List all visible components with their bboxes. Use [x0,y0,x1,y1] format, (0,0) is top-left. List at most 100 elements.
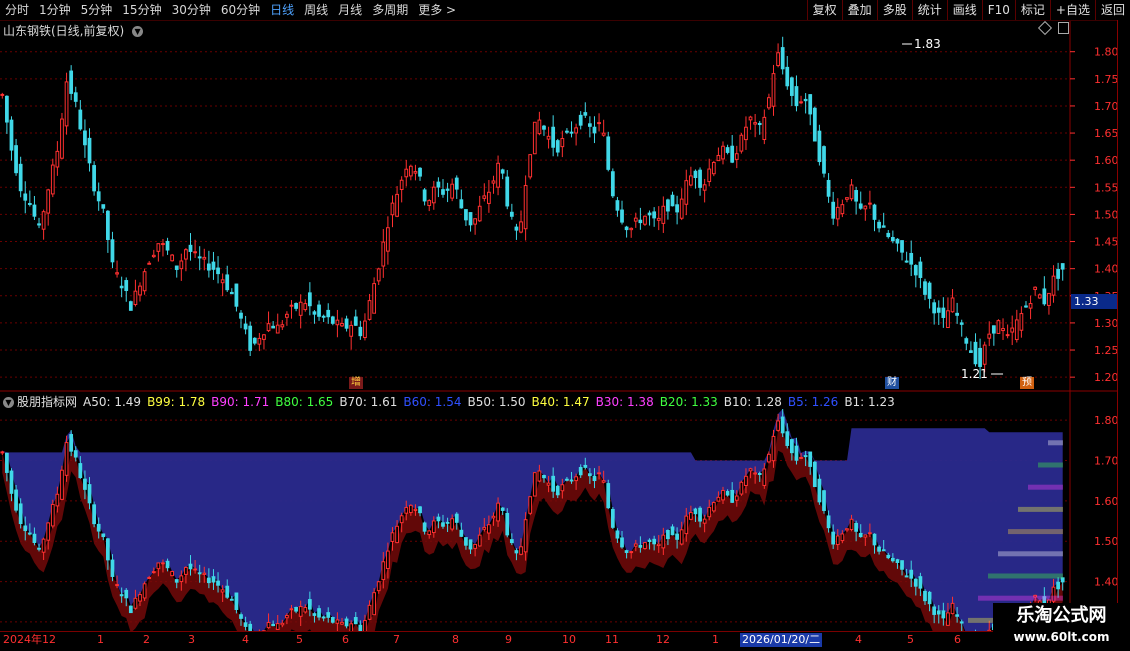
candle-body [633,217,638,222]
candle-body [528,496,533,514]
side-panel[interactable] [1117,20,1130,630]
toolbar-button[interactable]: 复权 [806,0,842,20]
period-tab[interactable]: 5分钟 [76,0,118,20]
candle-body [303,607,308,613]
badge-yu[interactable]: 预 [1020,377,1034,389]
candle-body [445,188,450,191]
candle-body [923,281,927,295]
period-tab[interactable]: 多周期 [367,0,413,20]
candle-body [73,450,78,458]
candle-body [106,210,110,240]
candle-body [762,468,767,486]
candle-body [858,203,863,209]
candle-body [211,576,216,583]
candle-body [87,484,92,504]
toolbar-button[interactable]: 返回 [1094,0,1130,20]
candle-body [546,482,551,486]
candle [128,300,133,311]
candle [849,179,854,202]
candle [753,113,758,138]
candle-body [441,189,445,195]
candle-body [716,154,721,162]
candle-body [445,521,450,524]
period-tab[interactable]: 30分钟 [167,0,216,20]
watermark-line2: www.60lt.com [1013,630,1110,644]
candle-body [661,534,666,549]
candle [32,196,37,220]
candle-body [895,559,900,564]
candle [381,229,386,278]
period-tab[interactable]: 60分钟 [216,0,265,20]
candle-body [739,481,744,495]
candle-body [450,183,455,199]
candle [923,278,927,301]
candle-body [487,524,491,534]
candle-body [64,81,69,127]
candle [491,175,496,194]
candle [225,265,230,292]
candle-body [243,323,248,330]
candle-body [845,528,849,531]
toolbar-button[interactable]: +自选 [1049,0,1095,20]
candle-body [225,585,230,598]
candle [399,176,404,203]
indicator-value: B5: 1.26 [787,395,839,409]
candle-body [542,475,546,479]
chevron-down-icon[interactable]: ▼ [3,397,14,408]
candle-body [289,304,294,307]
candle-body [734,153,739,160]
period-tab[interactable]: 日线 [265,0,299,20]
candle-body [216,580,220,586]
candle-body [358,326,363,337]
period-tab[interactable]: 1分钟 [34,0,76,20]
chevron-down-icon[interactable]: ▼ [132,26,144,37]
toolbar-button[interactable]: 多股 [876,0,912,20]
toolbar-button[interactable]: 标记 [1014,0,1050,20]
toolbar-button[interactable]: 画线 [946,0,982,20]
candle-body [886,554,891,559]
candle-body [372,283,377,314]
window-icon[interactable] [1058,22,1069,34]
candle [638,207,643,230]
badge-cai[interactable]: 财 [885,377,899,389]
toolbar-button[interactable]: 统计 [911,0,947,20]
candle-body [592,475,597,482]
period-tab[interactable]: 周线 [299,0,333,20]
candle [592,116,597,144]
toolbar-button[interactable]: 叠加 [841,0,877,20]
indicator-value: A50: 1.49 [83,395,142,409]
candle-body [211,261,216,270]
sub-candle [60,465,64,501]
candle [1056,262,1060,291]
candle [675,195,679,225]
candle-body [913,578,918,587]
indicator-name[interactable]: 股朋指标网 [17,395,77,409]
candle-body [670,194,675,207]
candle [344,315,349,332]
candle-body [688,175,693,186]
axis-tick-label: 1.50 [1094,208,1119,221]
candle-body [454,177,459,190]
axis-tick-label: 1.75 [1094,73,1119,86]
candle-body [353,617,358,625]
kline-chart[interactable]: 1.801.751.701.651.601.551.501.451.401.35… [0,0,1130,650]
candle [395,186,399,218]
period-tab[interactable]: 月线 [333,0,367,20]
candle [312,310,317,324]
indicator-legend: ▼ 股朋指标网 A50: 1.49 B99: 1.78 B90: 1.71 B80: 1.… [3,393,907,410]
candle [349,320,354,350]
indicator-value: B1: 1.23 [844,395,895,409]
candle-body [110,559,115,577]
period-tab[interactable]: 分时 [0,0,34,20]
toolbar-button[interactable]: F10 [981,0,1015,20]
period-tab[interactable]: 15分钟 [117,0,166,20]
candle [597,113,601,132]
candle-body [367,604,372,620]
badge-zeng[interactable]: 增 [349,377,363,389]
candle-body [307,599,312,610]
period-tab[interactable]: 更多 > [413,0,461,20]
candle-body [468,539,473,550]
candle-body [188,244,193,252]
candle [1037,293,1042,299]
candle-body [624,550,629,553]
